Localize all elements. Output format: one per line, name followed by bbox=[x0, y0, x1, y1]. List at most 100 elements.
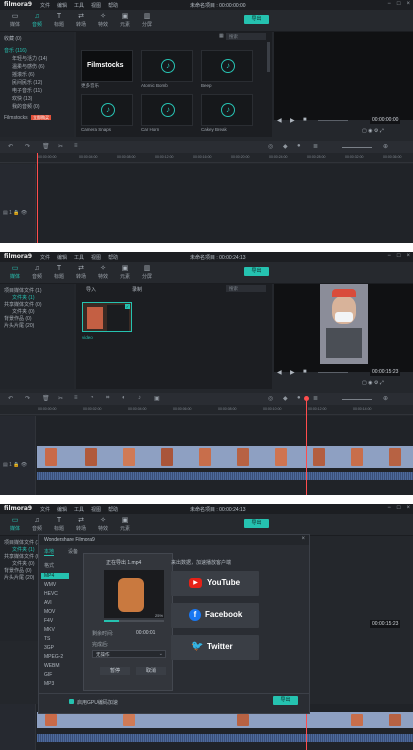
audio-waveform[interactable] bbox=[37, 734, 413, 742]
project-media-item[interactable]: 项目媒体文件 (1) bbox=[4, 539, 42, 546]
finish-action-select[interactable]: 无操作 ⌄ bbox=[92, 650, 166, 658]
menu-view[interactable]: 视图 bbox=[91, 506, 101, 513]
track-lock-icon[interactable]: ▤ 1 🔒 👁 bbox=[3, 462, 27, 468]
minimize-icon[interactable]: − bbox=[387, 253, 391, 259]
music-thumbnail[interactable]: ♪ bbox=[201, 50, 253, 82]
tab-media[interactable]: ▭ 媒体 bbox=[4, 12, 26, 28]
stop-icon[interactable]: ■ bbox=[303, 117, 307, 123]
category-item[interactable]: 民间民乐 (12) bbox=[12, 79, 42, 86]
crop-icon[interactable]: ⌗ bbox=[106, 395, 109, 402]
tab-effects[interactable]: ✧ 特效 bbox=[92, 12, 114, 28]
tab-elements[interactable]: ▣ 元素 bbox=[114, 264, 136, 280]
format-item[interactable]: TS bbox=[44, 636, 50, 642]
music-thumbnail[interactable]: ♪ bbox=[141, 50, 193, 82]
tab-titles[interactable]: T 标题 bbox=[48, 12, 70, 28]
zoom-slider[interactable] bbox=[342, 147, 372, 148]
delete-icon[interactable]: 🗑 bbox=[42, 143, 50, 150]
category-item[interactable]: 年轻与活力 (14) bbox=[12, 55, 47, 62]
menu-edit[interactable]: 编辑 bbox=[57, 254, 67, 261]
mic-icon[interactable]: ● bbox=[297, 395, 301, 401]
music-thumbnail[interactable]: ♪ bbox=[81, 94, 133, 126]
favorites-item[interactable]: 收藏 (0) bbox=[4, 35, 22, 42]
minimize-icon[interactable]: − bbox=[387, 1, 391, 7]
tab-device[interactable]: 设备 bbox=[68, 548, 78, 555]
menu-help[interactable]: 帮助 bbox=[108, 254, 118, 261]
format-item[interactable]: GIF bbox=[44, 672, 52, 678]
music-category[interactable]: 音乐 (116) bbox=[4, 47, 27, 54]
category-item[interactable]: 摇滚乐 (6) bbox=[12, 71, 35, 78]
format-item[interactable]: MP4 bbox=[41, 573, 69, 579]
gpu-checkbox[interactable] bbox=[69, 699, 74, 704]
cut-icon[interactable]: ✂ bbox=[58, 395, 63, 402]
format-item[interactable]: WEBM bbox=[44, 663, 60, 669]
dialog-close-icon[interactable]: × bbox=[301, 536, 305, 542]
menu-view[interactable]: 视图 bbox=[91, 2, 101, 9]
format-item[interactable]: HEVC bbox=[44, 591, 58, 597]
record-dropdown[interactable]: 录制 bbox=[132, 286, 142, 293]
marker-icon[interactable]: ◆ bbox=[283, 143, 288, 150]
video-clip[interactable] bbox=[37, 446, 413, 468]
video-thumbnail[interactable]: ✓ bbox=[82, 302, 132, 332]
youtube-button[interactable]: ▶ YouTube bbox=[171, 571, 259, 596]
intro-outro-item[interactable]: 片头片尾 (20) bbox=[4, 574, 34, 581]
tab-elements[interactable]: ▣ 元素 bbox=[114, 516, 136, 532]
mixer-icon[interactable]: ≣ bbox=[313, 143, 318, 150]
project-media-item[interactable]: 项目媒体文件 (1) bbox=[4, 287, 42, 294]
facebook-button[interactable]: f Facebook bbox=[171, 603, 259, 628]
tab-effects[interactable]: ✧ 特效 bbox=[92, 264, 114, 280]
filmstocks-item[interactable]: Filmstocks 立即购买 bbox=[4, 115, 52, 121]
folder-item[interactable]: 文件夹 (1) bbox=[12, 546, 35, 553]
audio-icon[interactable]: ♪ bbox=[138, 395, 141, 401]
grid-view-icon[interactable]: ▦ bbox=[219, 33, 224, 39]
marker-icon[interactable]: ◆ bbox=[283, 395, 288, 402]
playhead-handle[interactable] bbox=[304, 396, 309, 401]
zoom-slider[interactable] bbox=[342, 399, 372, 400]
volume-slider[interactable] bbox=[318, 120, 348, 121]
menu-view[interactable]: 视图 bbox=[91, 254, 101, 261]
folder-item[interactable]: 文件夹 (1) bbox=[12, 294, 35, 301]
tab-audio[interactable]: ♫ 音频 bbox=[26, 12, 48, 28]
search-input[interactable]: 搜索 bbox=[226, 285, 266, 292]
mixer-icon[interactable]: ≣ bbox=[313, 395, 318, 402]
close-icon[interactable]: × bbox=[406, 505, 410, 511]
format-item[interactable]: MP3 bbox=[44, 681, 54, 687]
export-button[interactable]: 导出 bbox=[244, 519, 269, 528]
category-item[interactable]: 我的音频 (0) bbox=[12, 103, 40, 110]
menu-tools[interactable]: 工具 bbox=[74, 254, 84, 261]
tab-transitions[interactable]: ⇄ 转场 bbox=[70, 516, 92, 532]
adjust-icon[interactable]: ≡ bbox=[74, 395, 78, 401]
maximize-icon[interactable]: □ bbox=[397, 505, 401, 511]
music-thumbnail[interactable]: ♪ bbox=[141, 94, 193, 126]
tab-media[interactable]: ▭ 媒体 bbox=[4, 264, 26, 280]
close-icon[interactable]: × bbox=[406, 1, 410, 7]
maximize-icon[interactable]: □ bbox=[397, 1, 401, 7]
playhead[interactable] bbox=[37, 153, 38, 243]
menu-file[interactable]: 文件 bbox=[40, 2, 50, 9]
mic-icon[interactable]: ● bbox=[297, 143, 301, 149]
render-icon[interactable]: ◎ bbox=[268, 395, 273, 402]
minimize-icon[interactable]: − bbox=[387, 505, 391, 511]
menu-tools[interactable]: 工具 bbox=[74, 2, 84, 9]
pause-button[interactable]: 暂停 bbox=[100, 667, 130, 675]
maximize-icon[interactable]: □ bbox=[397, 253, 401, 259]
music-thumbnail[interactable]: ♪ bbox=[201, 94, 253, 126]
video-clip[interactable] bbox=[37, 712, 413, 728]
export-button[interactable]: 导出 bbox=[244, 267, 269, 276]
category-item[interactable]: 电子音乐 (11) bbox=[12, 87, 42, 94]
zoom-fit-icon[interactable]: ⊕ bbox=[383, 143, 388, 150]
format-item[interactable]: 3GP bbox=[44, 645, 54, 651]
tab-splitscreen[interactable]: ▥ 分屏 bbox=[136, 12, 158, 28]
menu-edit[interactable]: 编辑 bbox=[57, 506, 67, 513]
category-item[interactable]: 温柔与感伤 (6) bbox=[12, 63, 45, 70]
prev-frame-icon[interactable]: ◀ bbox=[277, 117, 282, 124]
audio-waveform[interactable] bbox=[37, 472, 413, 480]
category-item[interactable]: 欢快 (13) bbox=[12, 95, 32, 102]
folder-item[interactable]: 文件夹 (0) bbox=[12, 308, 35, 315]
format-item[interactable]: MPEG-2 bbox=[44, 654, 63, 660]
menu-file[interactable]: 文件 bbox=[40, 506, 50, 513]
background-item[interactable]: 背景作品 (0) bbox=[4, 567, 32, 574]
background-item[interactable]: 背景作品 (0) bbox=[4, 315, 32, 322]
redo-icon[interactable]: ↷ bbox=[25, 143, 30, 150]
snapshot-icon[interactable]: ▢ ◉ ⚙ ⤢ bbox=[362, 128, 384, 134]
undo-icon[interactable]: ↶ bbox=[8, 143, 13, 150]
